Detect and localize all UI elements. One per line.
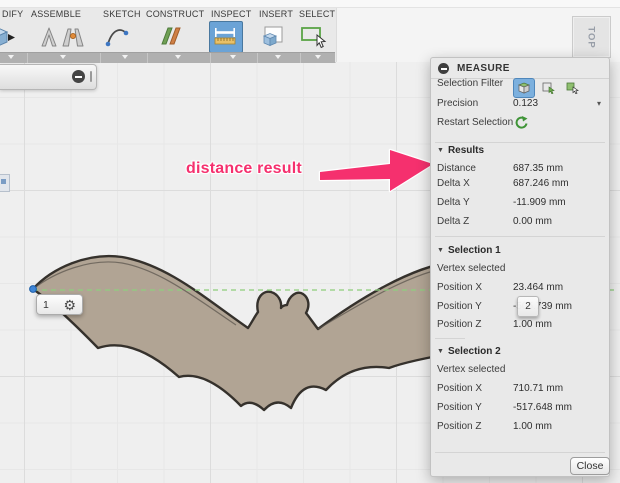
divider — [435, 142, 605, 143]
close-button[interactable]: Close — [570, 457, 610, 475]
selection1-badge-number: 1 — [43, 298, 49, 311]
precision-label: Precision — [437, 98, 479, 109]
filter-component-icon[interactable] — [562, 78, 582, 96]
selection2-section-header[interactable]: ▼ Selection 2 — [437, 346, 603, 359]
tab-modify[interactable]: DIFY — [2, 9, 23, 19]
result-row-delta-z: Delta Z 0.00 mm — [437, 216, 552, 227]
result-row-delta-x: Delta X 687.246 mm — [437, 178, 569, 189]
annotation-arrow — [318, 148, 435, 193]
collapse-circle-icon[interactable] — [72, 70, 85, 83]
selection-filter-label: Selection Filter — [437, 78, 504, 89]
selection2-position-z-row: Position Z 1.00 mm — [437, 421, 552, 432]
divider — [435, 236, 605, 237]
filter-face-icon[interactable] — [538, 78, 558, 96]
divider — [435, 452, 605, 453]
chevron-down-icon[interactable] — [175, 55, 181, 59]
selection1-type-row: Vertex selected — [437, 263, 506, 274]
panel-title: MEASURE — [457, 63, 510, 74]
precision-row[interactable]: Precision 0.123 ▾ — [437, 98, 603, 112]
tab-select[interactable]: SELECT — [299, 9, 335, 19]
triangle-down-icon: ▼ — [437, 348, 444, 355]
panel-collapse-icon[interactable] — [438, 63, 449, 74]
restart-selection-icon[interactable] — [513, 114, 529, 133]
selection1-section-header[interactable]: ▼ Selection 1 — [437, 245, 603, 258]
result-row-distance: Distance 687.35 mm — [437, 163, 564, 174]
chevron-down-icon[interactable] — [60, 55, 66, 59]
new-component-icon[interactable] — [36, 23, 62, 50]
distance-value: 687.35 mm — [513, 163, 564, 174]
construction-plane-icon[interactable] — [158, 23, 184, 50]
spline-icon[interactable] — [105, 23, 131, 50]
precision-value[interactable]: 0.123 — [513, 98, 538, 109]
press-pull-icon[interactable] — [0, 23, 18, 50]
joint-icon[interactable] — [60, 23, 86, 50]
tab-assemble[interactable]: ASSEMBLE — [31, 9, 81, 19]
selection2-badge[interactable]: 2 — [517, 296, 539, 317]
chevron-down-icon[interactable] — [275, 55, 281, 59]
selected-vertex-marker[interactable] — [29, 285, 37, 293]
filter-body-icon[interactable] — [513, 78, 535, 98]
selection2-position-x-row: Position X 710.71 mm — [437, 383, 564, 394]
viewcube-top-face[interactable]: TOP — [586, 26, 597, 48]
results-section-header[interactable]: ▼ Results — [437, 145, 603, 158]
chevron-down-icon[interactable] — [315, 55, 321, 59]
delta-z-value: 0.00 mm — [513, 216, 552, 227]
browser-bar-collapsed[interactable] — [0, 64, 97, 90]
chevron-down-icon[interactable]: ▾ — [597, 99, 601, 108]
triangle-down-icon: ▼ — [437, 247, 444, 254]
measure-panel: MEASURE Selection Filter Precision 0.123… — [430, 57, 610, 477]
measure-tool-icon[interactable] — [209, 21, 243, 53]
chevron-down-icon[interactable] — [8, 55, 14, 59]
restart-selection-label: Restart Selection — [437, 117, 514, 128]
viewcube[interactable]: TOP — [572, 16, 611, 58]
edge-partial-icon — [0, 174, 10, 192]
delta-y-value: -11.909 mm — [513, 197, 566, 208]
selection1-position-z-row: Position Z 1.00 mm — [437, 319, 552, 330]
selection1-badge[interactable]: 1 ⚙ — [36, 294, 83, 315]
divider — [435, 338, 465, 339]
panel-dropdown-strip — [0, 52, 335, 63]
selection1-position-x-row: Position X 23.464 mm — [437, 282, 564, 293]
toolbar: DIFY ASSEMBLE SKETCH CONSTRUCT INSPECT I… — [0, 0, 620, 63]
measure-panel-header[interactable]: MEASURE — [431, 58, 609, 79]
insert-mesh-icon[interactable] — [260, 23, 286, 50]
gear-icon[interactable]: ⚙ — [63, 298, 76, 312]
window-top-strip — [0, 0, 620, 8]
selection2-position-y-row: Position Y -517.648 mm — [437, 402, 572, 413]
selection2-type-row: Vertex selected — [437, 364, 506, 375]
tab-inspect[interactable]: INSPECT — [211, 9, 251, 19]
result-row-delta-y: Delta Y -11.909 mm — [437, 197, 566, 208]
chevron-down-icon[interactable] — [230, 55, 236, 59]
tab-construct[interactable]: CONSTRUCT — [146, 9, 204, 19]
tab-sketch[interactable]: SKETCH — [103, 9, 141, 19]
delta-x-value: 687.246 mm — [513, 178, 569, 189]
annotation-label: distance result — [186, 160, 302, 177]
drag-handle-icon[interactable] — [90, 71, 92, 82]
select-tool-icon[interactable] — [299, 23, 327, 50]
chevron-down-icon[interactable] — [122, 55, 128, 59]
triangle-down-icon: ▼ — [437, 147, 444, 154]
tab-insert[interactable]: INSERT — [259, 9, 293, 19]
